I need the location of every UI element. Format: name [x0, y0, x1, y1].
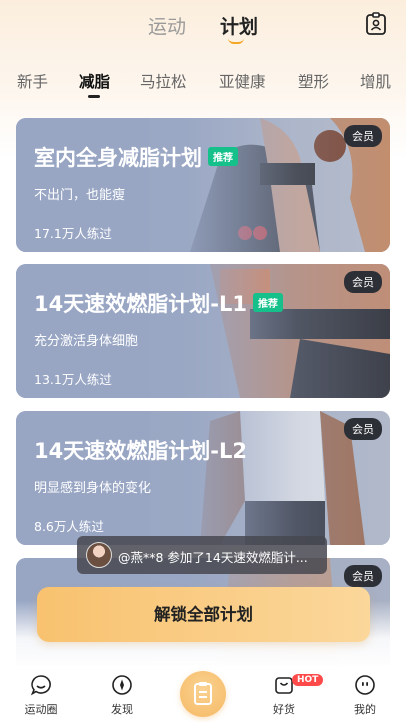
tab-active-indicator	[228, 38, 244, 44]
plan-participants: 13.1万人练过	[34, 372, 112, 387]
recommend-badge: 推荐	[252, 293, 283, 312]
category-tab-marathon[interactable]: 马拉松	[140, 70, 187, 92]
tab-plan[interactable]: 计划	[220, 12, 258, 39]
category-tab-muscle[interactable]: 增肌	[360, 70, 391, 92]
category-tab-fat-loss[interactable]: 减脂	[79, 70, 110, 92]
compass-icon	[112, 675, 132, 695]
category-tab-shaping[interactable]: 塑形	[298, 70, 329, 92]
face-icon	[355, 675, 375, 695]
tab-sport[interactable]: 运动	[148, 12, 186, 39]
avatar	[86, 542, 112, 568]
vip-badge: 会员	[344, 418, 382, 440]
category-tab-sub-health[interactable]: 亚健康	[219, 70, 266, 92]
plan-description: 明显感到身体的变化	[34, 481, 152, 496]
plan-participants: 8.6万人练过	[34, 519, 104, 534]
nav-item-discover[interactable]: 发现	[87, 666, 157, 722]
clipboard-icon	[194, 682, 212, 705]
nav-label: 运动圈	[24, 703, 58, 716]
vip-badge: 会员	[344, 565, 382, 587]
plan-description: 充分激活身体细胞	[34, 334, 139, 349]
nav-label: 好货	[273, 703, 295, 716]
chat-bubble-icon	[30, 675, 51, 696]
hot-badge: HOT	[292, 674, 324, 686]
nav-label: 我的	[354, 703, 376, 716]
plan-description: 不出门，也能瘦	[34, 188, 126, 203]
toast-text: @燕**8 参加了14天速效燃脂计...	[118, 550, 308, 565]
nav-label: 发现	[111, 703, 133, 716]
activity-toast: @燕**8 参加了14天速效燃脂计...	[77, 536, 327, 574]
vip-badge: 会员	[344, 271, 382, 293]
category-tabs: 新手 减脂 马拉松 亚健康 塑形 增肌	[0, 66, 406, 100]
nav-item-mine[interactable]: 我的	[330, 666, 400, 722]
vip-badge: 会员	[344, 125, 382, 147]
category-active-indicator	[88, 95, 100, 98]
plan-card[interactable]: 14天速效燃脂计划-L2 明显感到身体的变化 8.6万人练过 会员	[16, 411, 390, 545]
category-tab-newbie[interactable]: 新手	[17, 70, 48, 92]
plan-card[interactable]: 14天速效燃脂计划-L1 推荐 充分激活身体细胞 13.1万人练过 会员	[16, 264, 390, 398]
nav-item-moments[interactable]: 运动圈	[6, 666, 76, 722]
plan-title: 14天速效燃脂计划-L1 推荐	[34, 288, 283, 318]
profile-card-icon[interactable]	[364, 12, 388, 36]
plan-participants: 17.1万人练过	[34, 226, 112, 241]
plan-title: 室内全身减脂计划 推荐	[34, 142, 238, 172]
plan-center-button[interactable]	[180, 671, 226, 717]
unlock-all-plans-button[interactable]: 解锁全部计划	[37, 587, 370, 642]
plan-title: 14天速效燃脂计划-L2	[34, 439, 247, 463]
plan-card[interactable]: 室内全身减脂计划 推荐 不出门，也能瘦 17.1万人练过 会员	[16, 118, 390, 252]
top-bar: 运动 计划	[0, 0, 406, 52]
recommend-badge: 推荐	[208, 147, 238, 166]
